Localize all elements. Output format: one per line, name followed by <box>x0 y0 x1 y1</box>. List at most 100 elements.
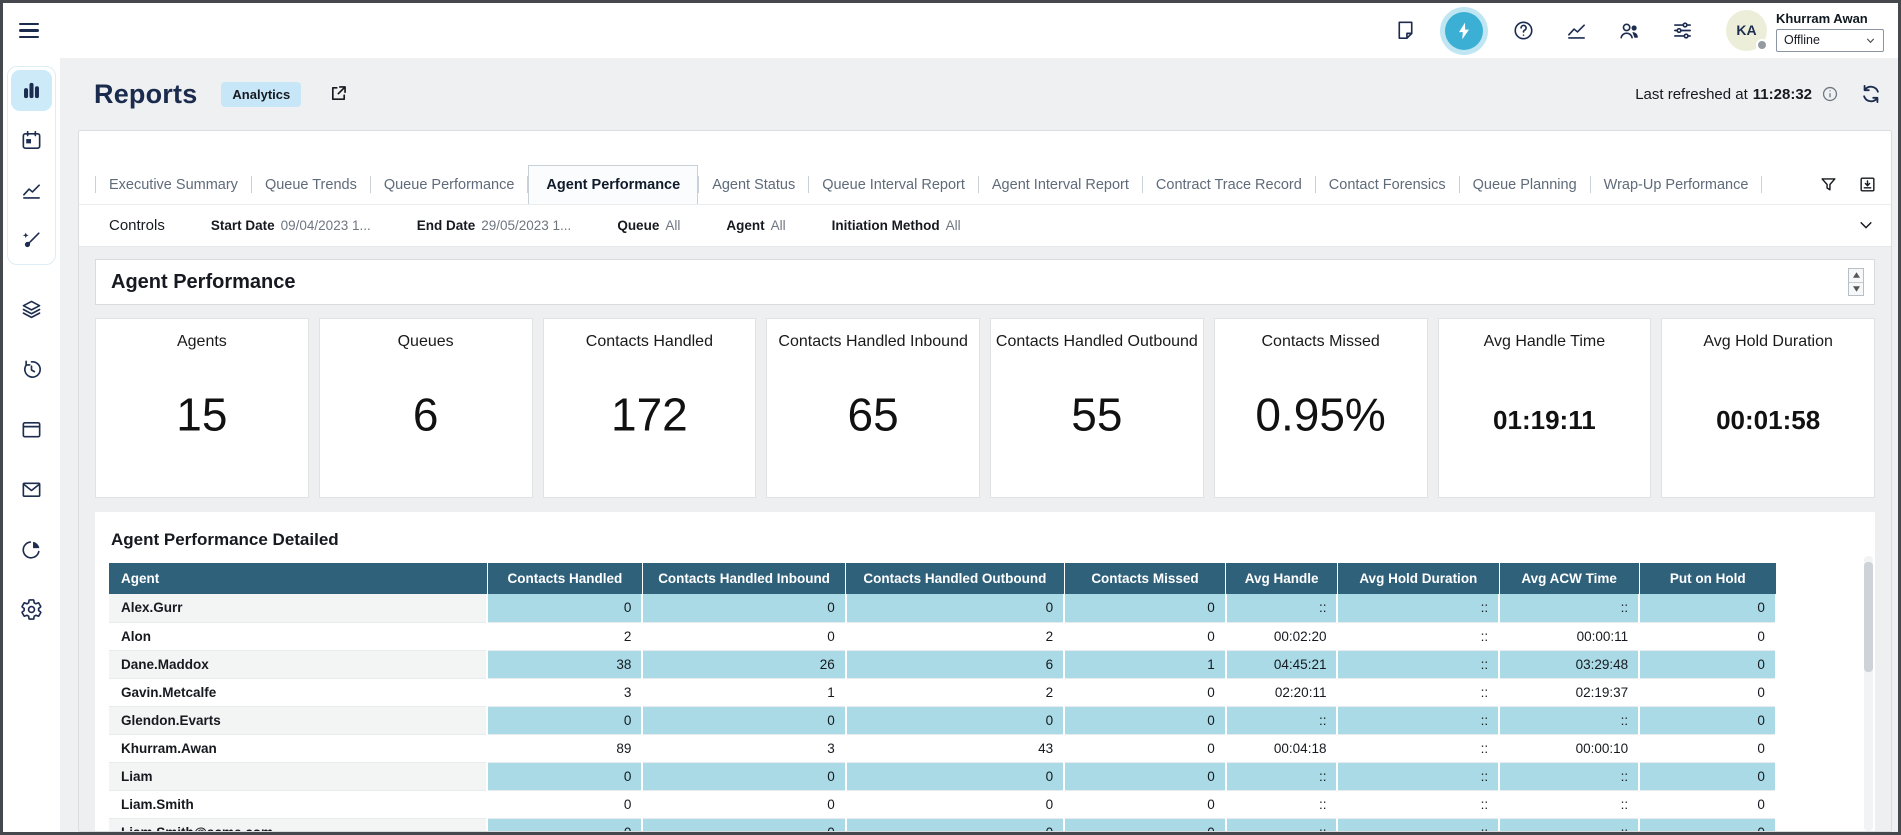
value-cell: 43 <box>846 734 1064 762</box>
tab-queue-planning[interactable]: Queue Planning <box>1460 168 1590 202</box>
value-cell: 0 <box>1064 790 1226 818</box>
value-cell: 0 <box>487 706 642 734</box>
value-cell: :: <box>1337 818 1499 831</box>
section-stepper[interactable] <box>1848 268 1864 296</box>
filter-icon[interactable] <box>1818 175 1838 195</box>
value-cell: :: <box>1499 818 1639 831</box>
refresh-icon[interactable] <box>1859 83 1882 106</box>
users-icon[interactable] <box>1616 18 1642 44</box>
control-value: 29/05/2023 1... <box>481 218 571 233</box>
user-name: Khurram Awan <box>1776 11 1884 26</box>
control-queue[interactable]: Queue All <box>617 218 680 233</box>
tab-contact-forensics[interactable]: Contact Forensics <box>1316 168 1459 202</box>
column-header[interactable]: Contacts Handled Outbound <box>846 563 1064 594</box>
value-cell: 0 <box>1639 762 1776 790</box>
table-row: Glendon.Evarts0000::::::0 <box>109 706 1776 734</box>
value-cell: :: <box>1337 650 1499 678</box>
status-select[interactable]: Offline <box>1776 29 1884 52</box>
kpi-card-queues: Queues6 <box>319 318 533 498</box>
last-refreshed-label: Last refreshed at <box>1635 86 1748 103</box>
agent-name-cell: Khurram.Awan <box>109 734 487 762</box>
sidebar-group <box>7 66 56 265</box>
control-value: 09/04/2023 1... <box>281 218 371 233</box>
sidebar-bar-chart-icon[interactable] <box>11 70 52 111</box>
tab-agent-performance[interactable]: Agent Performance <box>528 165 698 204</box>
help-icon[interactable] <box>1510 18 1536 44</box>
avatar[interactable]: KA <box>1726 10 1767 51</box>
tab-agent-status[interactable]: Agent Status <box>699 168 808 202</box>
value-cell: 0 <box>642 594 845 622</box>
column-header[interactable]: Avg ACW Time <box>1499 563 1639 594</box>
tab-wrap-up-performance[interactable]: Wrap-Up Performance <box>1591 168 1762 202</box>
control-label: End Date <box>417 218 476 233</box>
value-cell: :: <box>1499 762 1639 790</box>
control-end-date[interactable]: End Date 29/05/2023 1... <box>417 218 572 233</box>
value-cell: 04:45:21 <box>1226 650 1338 678</box>
sidebar-calendar-icon[interactable] <box>11 120 52 161</box>
tab-queue-trends[interactable]: Queue Trends <box>252 168 370 202</box>
agent-name-cell: Liam.Smith@acme.com <box>109 818 487 831</box>
control-value: All <box>771 218 786 233</box>
sidebar-gear-icon[interactable] <box>11 589 52 630</box>
tab-executive-summary[interactable]: Executive Summary <box>96 168 251 202</box>
control-agent[interactable]: AgentAll <box>726 218 785 233</box>
control-label: Queue <box>617 218 659 233</box>
column-header[interactable]: Agent <box>109 563 487 594</box>
tab-queue-interval-report[interactable]: Queue Interval Report <box>809 168 978 202</box>
column-header[interactable]: Put on Hold <box>1639 563 1776 594</box>
value-cell: 0 <box>487 790 642 818</box>
sidebar-brush-icon[interactable] <box>11 220 52 261</box>
metrics-icon[interactable] <box>1563 18 1589 44</box>
table-scrollbar[interactable] <box>1864 556 1873 831</box>
value-cell: 0 <box>487 818 642 831</box>
controls-bar: Controls Start Date09/04/2023 1...End Da… <box>79 205 1891 247</box>
value-cell: 0 <box>1639 790 1776 818</box>
column-header[interactable]: Contacts Missed <box>1064 563 1226 594</box>
value-cell: 0 <box>846 818 1064 831</box>
value-cell: 0 <box>642 818 845 831</box>
sidebar-window-icon[interactable] <box>11 409 52 450</box>
download-icon[interactable] <box>1857 175 1877 195</box>
control-initiation-method[interactable]: Initiation MethodAll <box>832 218 961 233</box>
kpi-value: 65 <box>767 387 979 441</box>
panel-actions <box>1818 175 1877 204</box>
note-icon[interactable] <box>1392 18 1418 44</box>
value-cell: 38 <box>487 650 642 678</box>
tab-agent-interval-report[interactable]: Agent Interval Report <box>979 168 1142 202</box>
control-value: All <box>946 218 961 233</box>
sidebar-layers-icon[interactable] <box>11 289 52 330</box>
sidebar-mail-icon[interactable] <box>11 469 52 510</box>
external-link-icon[interactable] <box>327 83 349 105</box>
column-header[interactable]: Avg Hold Duration <box>1337 563 1499 594</box>
info-icon[interactable] <box>1821 85 1839 103</box>
sidebar-line-chart-icon[interactable] <box>11 170 52 211</box>
column-header[interactable]: Avg Handle <box>1226 563 1338 594</box>
status-dot-icon <box>1756 39 1768 51</box>
sidebar-history-icon[interactable] <box>11 349 52 390</box>
value-cell: :: <box>1337 706 1499 734</box>
column-header[interactable]: Contacts Handled Inbound <box>642 563 845 594</box>
kpi-value: 6 <box>320 387 532 441</box>
value-cell: 0 <box>1639 706 1776 734</box>
tab-contract-trace-record[interactable]: Contract Trace Record <box>1143 168 1315 202</box>
kpi-label: Agents <box>96 333 308 351</box>
value-cell: :: <box>1226 594 1338 622</box>
kpi-card-agents: Agents15 <box>95 318 309 498</box>
value-cell: 00:00:10 <box>1499 734 1639 762</box>
value-cell: 6 <box>846 650 1064 678</box>
controls-expand-chevron-icon[interactable] <box>1856 216 1875 235</box>
kpi-label: Contacts Handled Inbound <box>767 333 979 351</box>
value-cell: 0 <box>1064 734 1226 762</box>
report-content: Agent Performance Agents15Queues6Contact… <box>79 247 1891 831</box>
column-header[interactable]: Contacts Handled <box>487 563 642 594</box>
sidebar-pie-chart-icon[interactable] <box>11 529 52 570</box>
sliders-icon[interactable] <box>1669 18 1695 44</box>
lightning-icon[interactable] <box>1445 12 1483 50</box>
value-cell: 0 <box>1064 678 1226 706</box>
value-cell: 0 <box>846 790 1064 818</box>
value-cell: 0 <box>642 762 845 790</box>
control-value: All <box>665 218 680 233</box>
tab-queue-performance[interactable]: Queue Performance <box>371 168 528 202</box>
control-start-date[interactable]: Start Date09/04/2023 1... <box>211 218 371 233</box>
menu-icon[interactable] <box>19 14 53 48</box>
